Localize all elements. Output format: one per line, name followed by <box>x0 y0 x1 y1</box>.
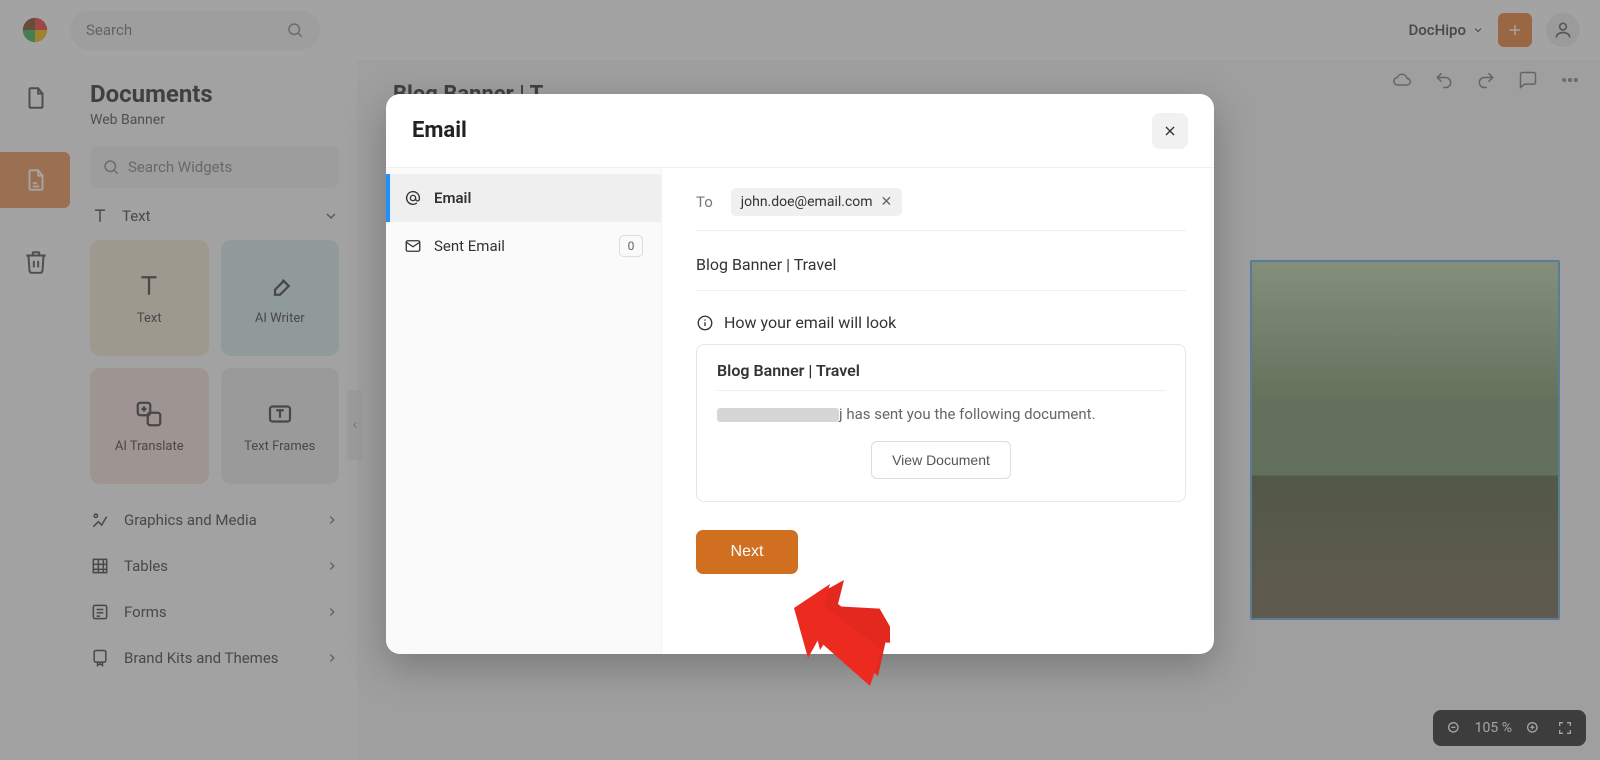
recipient-email: john.doe@email.com <box>741 194 873 210</box>
next-button[interactable]: Next <box>696 530 798 574</box>
close-icon <box>1162 123 1178 139</box>
email-modal: Email Email Sent Email 0 To <box>386 94 1214 654</box>
recipient-chip[interactable]: john.doe@email.com ✕ <box>731 188 902 216</box>
modal-tab-email-label: Email <box>434 189 471 207</box>
preview-sender-redacted <box>717 408 839 422</box>
email-subject-input[interactable]: Blog Banner | Travel <box>696 251 1186 291</box>
sent-count-badge: 0 <box>619 235 643 257</box>
info-icon <box>696 314 714 332</box>
view-document-button[interactable]: View Document <box>871 441 1011 479</box>
modal-title: Email <box>412 118 467 143</box>
modal-tab-email[interactable]: Email <box>386 174 661 222</box>
to-label: To <box>696 193 713 211</box>
modal-sidebar: Email Sent Email 0 <box>386 168 662 654</box>
modal-tab-sent[interactable]: Sent Email 0 <box>386 222 661 270</box>
mail-icon <box>404 237 422 255</box>
chip-remove-icon[interactable]: ✕ <box>881 194 893 210</box>
to-row: To john.doe@email.com ✕ <box>696 188 1186 231</box>
modal-header: Email <box>386 94 1214 168</box>
preview-label-text: How your email will look <box>724 313 896 332</box>
preview-message: j has sent you the following document. <box>717 405 1165 423</box>
modal-close-button[interactable] <box>1152 113 1188 149</box>
modal-main: To john.doe@email.com ✕ Blog Banner | Tr… <box>662 168 1214 654</box>
email-preview-card: Blog Banner | Travel j has sent you the … <box>696 344 1186 502</box>
preview-label-row: How your email will look <box>696 313 1186 332</box>
at-icon <box>404 189 422 207</box>
preview-title: Blog Banner | Travel <box>717 361 1165 391</box>
preview-suffix: has sent you the following document. <box>843 405 1096 423</box>
modal-tab-sent-label: Sent Email <box>434 237 505 255</box>
